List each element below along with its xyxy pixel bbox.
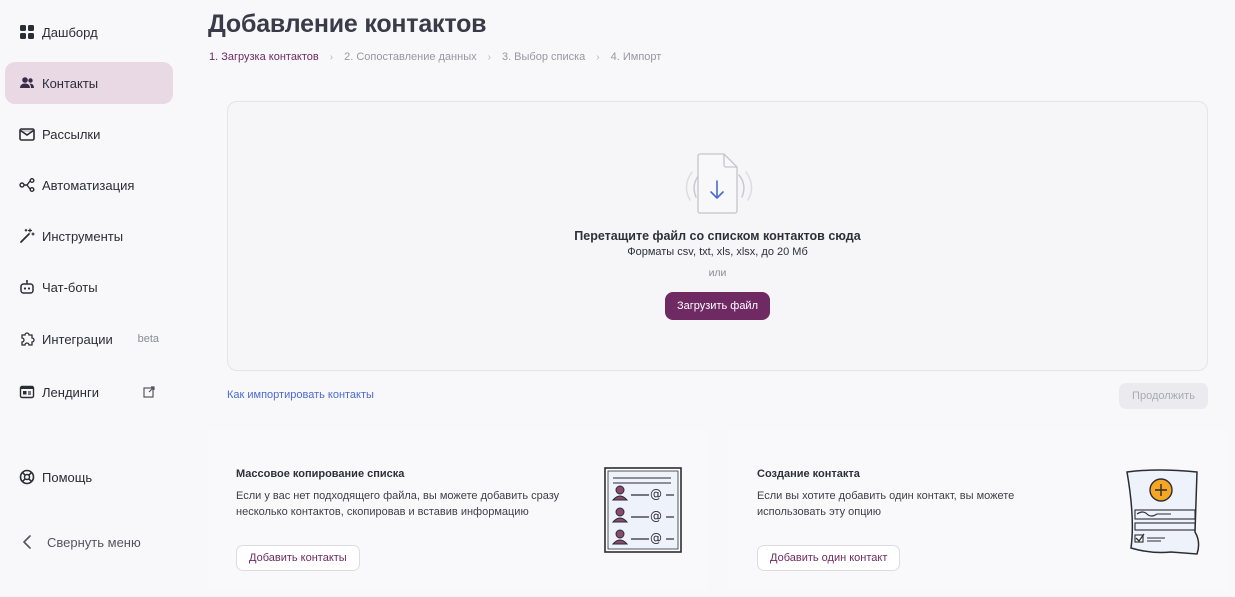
sidebar-item-label: Дашборд bbox=[42, 24, 98, 40]
mail-icon bbox=[18, 126, 35, 143]
continue-button[interactable]: Продолжить bbox=[1119, 383, 1208, 409]
chevron-right-icon: › bbox=[487, 51, 491, 63]
magic-wand-icon bbox=[18, 228, 35, 245]
sidebar-item-label: Лендинги bbox=[42, 384, 99, 400]
sidebar-item-landings[interactable]: Лендинги bbox=[5, 371, 173, 413]
page-title: Добавление контактов bbox=[208, 10, 487, 38]
landing-icon bbox=[18, 384, 35, 401]
automation-icon bbox=[18, 177, 35, 194]
file-download-icon bbox=[685, 153, 753, 214]
dropzone-title: Перетащите файл со списком контактов сюд… bbox=[574, 229, 861, 243]
card-description: Если вы хотите добавить один контакт, вы… bbox=[757, 490, 1015, 518]
sidebar-item-help[interactable]: Помощь bbox=[5, 456, 173, 498]
contacts-icon bbox=[18, 75, 35, 92]
sidebar-item-tools[interactable]: Инструменты bbox=[5, 215, 173, 257]
sidebar-item-mailings[interactable]: Рассылки bbox=[5, 113, 173, 155]
sidebar: Дашборд Контакты Рассылки Автоматизация … bbox=[0, 0, 180, 597]
dashboard-icon bbox=[18, 24, 35, 41]
sidebar-item-label: Помощь bbox=[42, 469, 93, 485]
sidebar-item-label: Инструменты bbox=[42, 228, 124, 244]
sidebar-item-integrations[interactable]: Интеграции beta bbox=[5, 318, 173, 360]
svg-text:@: @ bbox=[650, 531, 662, 545]
card-title: Создание контакта bbox=[757, 468, 860, 480]
sidebar-item-label: Контакты bbox=[42, 75, 99, 91]
create-contact-illustration bbox=[1126, 469, 1200, 555]
step-mapping: 2. Сопоставление данных bbox=[344, 51, 477, 63]
collapse-menu-label: Свернуть меню bbox=[47, 534, 141, 550]
dropzone-formats: Форматы csv, txt, xls, xlsx, до 20 Мб bbox=[627, 246, 808, 258]
dropzone-or: или bbox=[708, 267, 727, 279]
upload-file-button[interactable]: Загрузить файл bbox=[665, 292, 770, 320]
sidebar-item-label: Чат-боты bbox=[42, 279, 98, 295]
puzzle-icon bbox=[18, 331, 35, 348]
chevron-right-icon: › bbox=[329, 51, 334, 63]
bulk-copy-card: Массовое копирование списка Если у вас н… bbox=[207, 430, 707, 590]
breadcrumb: 1. Загрузка контактов › 2. Сопоставление… bbox=[209, 51, 661, 63]
bot-icon bbox=[18, 279, 35, 296]
sidebar-item-contacts[interactable]: Контакты bbox=[5, 62, 173, 104]
sidebar-item-label: Интеграции bbox=[42, 331, 113, 347]
help-icon bbox=[18, 469, 35, 486]
sidebar-item-label: Рассылки bbox=[42, 126, 101, 142]
file-dropzone[interactable]: Перетащите файл со списком контактов сюд… bbox=[227, 101, 1208, 371]
how-to-import-link[interactable]: Как импортировать контакты bbox=[227, 389, 374, 401]
add-one-contact-button[interactable]: Добавить один контакт bbox=[757, 545, 901, 571]
external-link-icon bbox=[143, 386, 155, 398]
beta-badge: beta bbox=[137, 333, 159, 345]
svg-text:@: @ bbox=[650, 509, 662, 523]
sidebar-item-label: Автоматизация bbox=[42, 177, 135, 193]
step-upload: 1. Загрузка контактов bbox=[209, 51, 319, 63]
create-contact-card: Создание контакта Если вы хотите добавит… bbox=[728, 430, 1228, 590]
card-description: Если у вас нет подходящего файла, вы мож… bbox=[236, 490, 560, 518]
step-import: 4. Импорт bbox=[610, 51, 662, 63]
contact-list-illustration: @ @ @ bbox=[604, 467, 682, 553]
chevron-right-icon: › bbox=[596, 51, 600, 63]
collapse-menu-button[interactable]: Свернуть меню bbox=[5, 522, 173, 562]
sidebar-item-chatbots[interactable]: Чат-боты bbox=[5, 266, 173, 308]
chevron-left-icon bbox=[23, 535, 31, 549]
sidebar-item-dashboard[interactable]: Дашборд bbox=[5, 11, 173, 53]
step-list-selection: 3. Выбор списка bbox=[501, 51, 586, 63]
add-contacts-button[interactable]: Добавить контакты bbox=[236, 545, 360, 571]
svg-text:@: @ bbox=[650, 487, 662, 501]
sidebar-item-automation[interactable]: Автоматизация bbox=[5, 164, 173, 206]
card-title: Массовое копирование списка bbox=[236, 468, 405, 480]
